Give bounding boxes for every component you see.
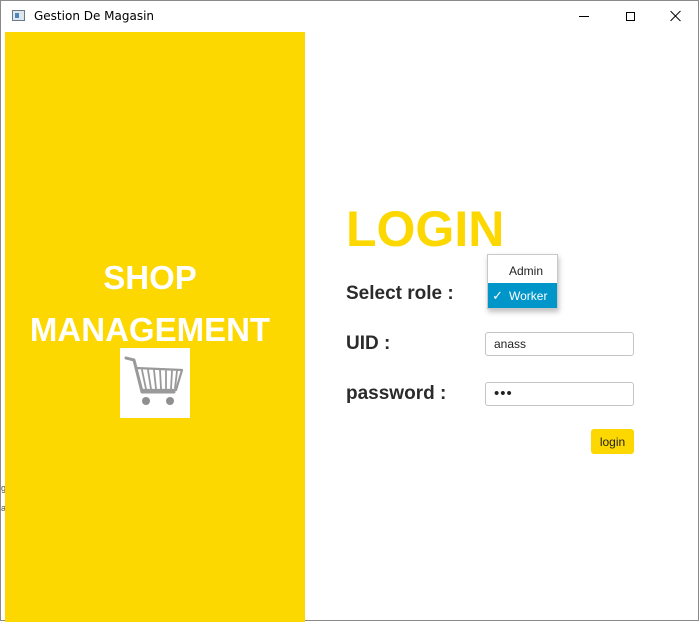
- close-button[interactable]: [653, 1, 699, 31]
- minimize-button[interactable]: [561, 1, 607, 31]
- brand-title: SHOP MANAGEMENT: [5, 252, 295, 356]
- shopping-cart-icon: [120, 348, 190, 418]
- password-input-value: •••: [494, 385, 513, 402]
- minimize-icon: [579, 15, 589, 17]
- maximize-button[interactable]: [607, 1, 653, 31]
- close-icon: [670, 10, 682, 22]
- app-icon: [12, 10, 25, 21]
- password-input[interactable]: •••: [485, 382, 634, 406]
- title-bar[interactable]: Gestion De Magasin: [1, 1, 698, 31]
- role-option-label: Worker: [509, 288, 548, 303]
- uid-label: UID :: [346, 333, 391, 354]
- role-option-label: Admin: [509, 263, 544, 278]
- brand-title-line2: MANAGEMENT: [29, 311, 271, 348]
- uid-input-value: anass: [494, 337, 527, 351]
- login-button[interactable]: login: [591, 429, 634, 454]
- role-dropdown-menu[interactable]: Admin ✓ Worker: [487, 254, 558, 309]
- role-option-admin[interactable]: Admin: [488, 258, 557, 283]
- role-option-worker[interactable]: ✓ Worker: [488, 283, 557, 308]
- login-heading: LOGIN: [346, 201, 505, 257]
- app-window: Gestion De Magasin g a SHOP MANAGEMENT L…: [0, 0, 699, 622]
- brand-title-line1: SHOP: [103, 259, 197, 296]
- uid-input[interactable]: anass: [485, 332, 634, 356]
- brand-panel: SHOP MANAGEMENT: [5, 32, 305, 622]
- maximize-icon: [625, 11, 635, 21]
- window-title: Gestion De Magasin: [34, 9, 155, 23]
- role-label: Select role :: [346, 283, 454, 304]
- password-label: password :: [346, 383, 447, 404]
- check-icon: ✓: [492, 287, 503, 303]
